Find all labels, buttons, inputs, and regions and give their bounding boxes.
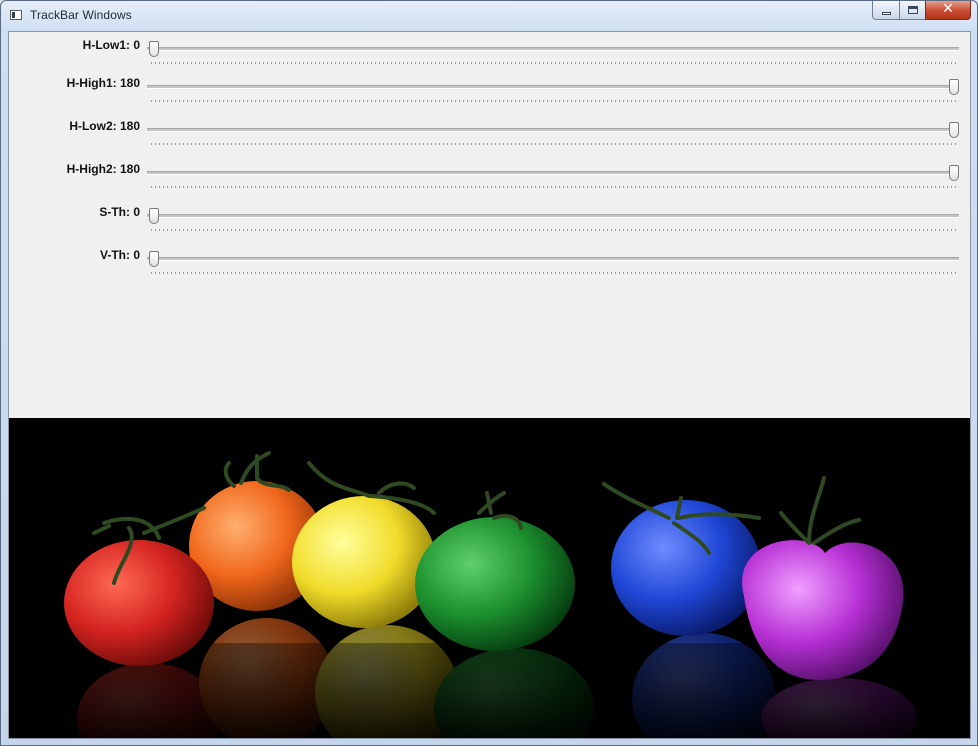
minimize-button[interactable] — [872, 1, 899, 20]
minimize-icon — [882, 12, 891, 15]
trackbar-label: H-High2: 180 — [66, 162, 140, 176]
close-icon: ✕ — [942, 1, 954, 17]
trackbar-label: H-High1: 180 — [66, 76, 140, 90]
trackbar-ticks — [151, 272, 959, 274]
trackbar-track[interactable] — [147, 214, 959, 218]
trackbar-ticks — [151, 143, 959, 145]
close-button[interactable]: ✕ — [925, 1, 971, 20]
trackbar-track[interactable] — [147, 85, 959, 89]
tomato-blue — [611, 500, 761, 636]
trackbar-h-high1: H-High1: 180 — [9, 74, 970, 114]
trackbar-label: V-Th: 0 — [99, 248, 140, 262]
trackbar-thumb[interactable] — [149, 41, 159, 57]
window-title: TrackBar Windows — [30, 8, 132, 22]
trackbar-track[interactable] — [147, 128, 959, 132]
trackbar-h-low1: H-Low1: 0 — [9, 36, 970, 76]
trackbar-label: H-Low1: 0 — [82, 38, 140, 52]
trackbar-thumb[interactable] — [949, 79, 959, 95]
trackbar-ticks — [151, 229, 959, 231]
trackbar-ticks — [151, 186, 959, 188]
maximize-icon — [908, 6, 918, 14]
trackbar-thumb[interactable] — [149, 251, 159, 267]
trackbar-thumb[interactable] — [949, 165, 959, 181]
app-window-icon[interactable] — [10, 10, 22, 20]
trackbar-track[interactable] — [147, 171, 959, 175]
trackbar-label: H-Low2: 180 — [69, 119, 140, 133]
trackbar-h-low2: H-Low2: 180 — [9, 117, 970, 157]
trackbar-track[interactable] — [147, 47, 959, 51]
trackbar-ticks — [151, 62, 959, 64]
tomato-green — [415, 517, 575, 651]
trackbar-thumb[interactable] — [149, 208, 159, 224]
client-area: H-Low1: 0 H-High1: 180 H-Low2: 180 H-Hig… — [8, 31, 971, 739]
title-bar[interactable]: TrackBar Windows ✕ — [1, 1, 977, 31]
trackbar-s-th: S-Th: 0 — [9, 203, 970, 243]
trackbar-ticks — [151, 100, 959, 102]
trackbar-h-high2: H-High2: 180 — [9, 160, 970, 200]
image-display — [9, 418, 970, 738]
tomato-yellow — [292, 496, 436, 628]
trackbar-track[interactable] — [147, 257, 959, 261]
tomatoes-image — [9, 451, 970, 738]
trackbar-thumb[interactable] — [949, 122, 959, 138]
trackbar-window: TrackBar Windows ✕ H-Low1: 0 H-High1: 18… — [0, 0, 978, 746]
window-controls: ✕ — [872, 1, 971, 21]
tomato-red — [64, 540, 214, 666]
trackbar-v-th: V-Th: 0 — [9, 246, 970, 286]
trackbar-label: S-Th: 0 — [99, 205, 140, 219]
maximize-button[interactable] — [899, 1, 925, 20]
